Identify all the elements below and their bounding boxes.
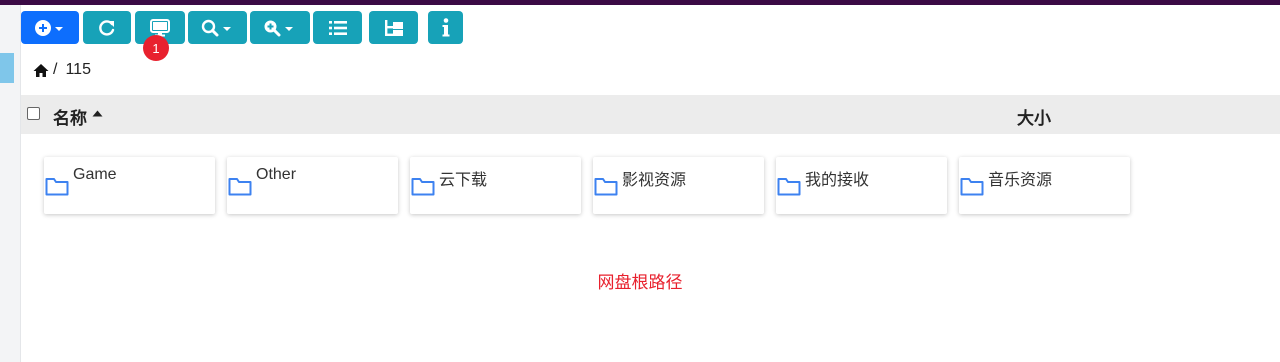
plus-circle-caret-icon — [35, 19, 63, 36]
folder-tile[interactable]: Other — [227, 157, 398, 214]
select-all-checkbox[interactable] — [27, 107, 40, 120]
folder-tile[interactable]: 音乐资源 — [959, 157, 1130, 214]
column-name-header[interactable]: 名称 — [53, 104, 103, 129]
caret-up-icon — [92, 110, 103, 117]
table-header: 名称 大小 — [21, 95, 1280, 134]
folder-label: 我的接收 — [805, 172, 870, 189]
info-button[interactable] — [428, 11, 463, 44]
home-icon[interactable] — [33, 63, 49, 78]
refresh-button[interactable] — [83, 11, 131, 44]
folder-icon — [411, 178, 435, 196]
add-button[interactable] — [21, 11, 79, 44]
folder-label: 影视资源 — [622, 172, 687, 189]
monitor-icon — [150, 18, 170, 36]
folder-tile[interactable]: Game — [44, 157, 215, 214]
folder-tile[interactable]: 影视资源 — [593, 157, 764, 214]
folder-icon — [228, 178, 252, 196]
list-view-button[interactable] — [313, 11, 362, 44]
folder-label: 云下载 — [439, 172, 488, 189]
breadcrumb-current[interactable]: 115 — [65, 61, 91, 79]
tree-icon — [384, 19, 403, 36]
breadcrumb: / 115 — [33, 60, 91, 80]
folder-tile[interactable]: 云下载 — [410, 157, 581, 214]
folder-label: Other — [256, 166, 297, 183]
folder-icon — [45, 178, 69, 196]
refresh-icon — [99, 19, 115, 36]
tree-view-button[interactable] — [369, 11, 418, 44]
search-button[interactable] — [188, 11, 247, 44]
root-path-note: 网盘根路径 — [597, 273, 683, 292]
column-size-header[interactable]: 大小 — [1017, 104, 1051, 129]
folder-label: 音乐资源 — [988, 172, 1053, 189]
folder-icon — [594, 178, 618, 196]
column-name-label: 名称 — [53, 109, 87, 128]
top-accent-bar — [0, 0, 1280, 5]
breadcrumb-separator: / — [53, 61, 58, 78]
folder-label: Game — [73, 166, 117, 183]
zoom-button[interactable] — [250, 11, 310, 44]
left-rail — [0, 5, 21, 362]
left-rail-tab[interactable] — [0, 53, 14, 83]
search-caret-icon — [201, 19, 231, 36]
info-icon — [442, 17, 449, 36]
folder-icon — [960, 178, 984, 196]
zoom-plus-caret-icon — [264, 20, 293, 36]
notification-badge: 1 — [143, 35, 169, 61]
folder-tile[interactable]: 我的接收 — [776, 157, 947, 214]
list-icon — [328, 20, 347, 35]
folder-icon — [777, 178, 801, 196]
